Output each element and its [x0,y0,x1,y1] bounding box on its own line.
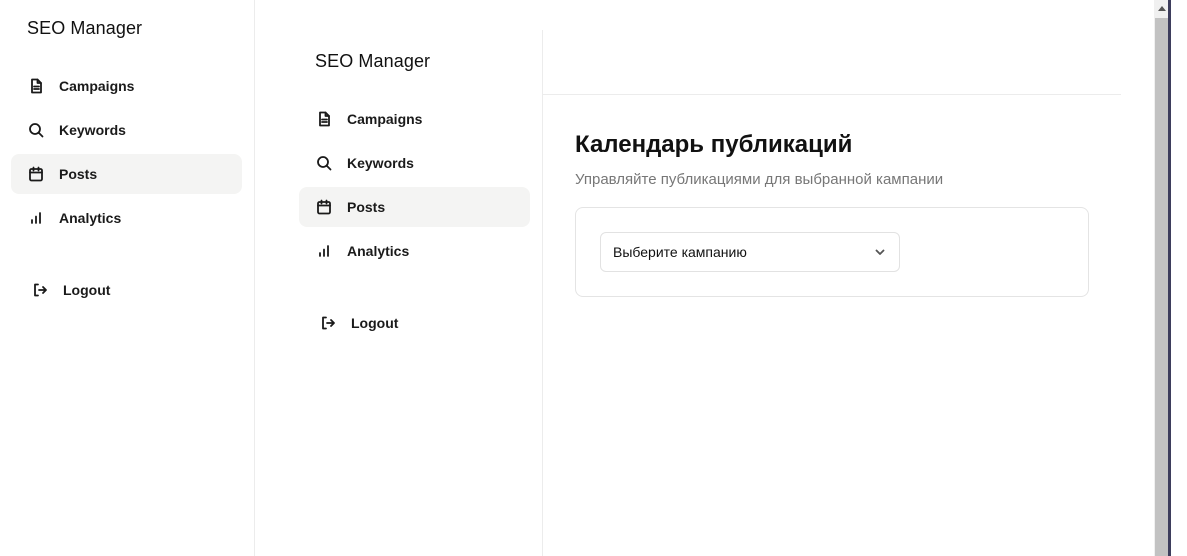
campaign-select[interactable]: Выберите кампанию [600,232,900,272]
document-icon [27,77,45,95]
logout-button[interactable]: Logout [11,270,242,310]
sidebar-item-label: Keywords [347,155,414,171]
sidebar-item-label: Posts [347,199,386,215]
chevron-down-icon [873,245,887,259]
calendar-icon [27,165,45,183]
brand-title: SEO Manager [315,51,431,71]
sidebar-item-analytics[interactable]: Analytics [11,198,242,238]
sidebar-item-analytics[interactable]: Analytics [299,231,530,271]
scroll-up-arrow-icon[interactable] [1155,0,1168,16]
page-subtitle: Управляйте публикациями для выбранной ка… [575,171,944,188]
logout-button[interactable]: Logout [299,303,530,343]
inner-sidebar: SEO Manager Campaigns Keywords Posts Ana… [255,30,543,556]
calendar-icon [315,198,333,216]
app-root: SEO Manager Campaigns Keywords Posts Ana… [0,0,1187,556]
sidebar-item-label: Analytics [59,210,122,226]
sidebar-item-posts[interactable]: Posts [299,187,530,227]
sidebar-item-campaigns[interactable]: Campaigns [299,99,530,139]
outer-sidebar: SEO Manager Campaigns Keywords Posts Ana… [0,0,255,556]
sidebar-item-keywords[interactable]: Keywords [299,143,530,183]
sidebar-item-label: Campaigns [59,78,135,94]
campaign-select-card: Выберите кампанию [575,207,1089,297]
campaign-select-value: Выберите кампанию [613,244,747,260]
sidebar-item-label: Analytics [347,243,410,259]
sidebar-item-label: Keywords [59,122,126,138]
logout-label: Logout [63,282,111,298]
document-icon [315,110,333,128]
sidebar-item-label: Campaigns [347,111,423,127]
search-icon [315,154,333,172]
sidebar-item-label: Posts [59,166,98,182]
window-edge [1168,0,1171,556]
logout-label: Logout [351,315,399,331]
scrollbar-thumb[interactable] [1155,18,1168,556]
logout-icon [31,281,49,299]
page-title: Календарь публикаций [575,131,853,158]
sidebar-item-keywords[interactable]: Keywords [11,110,242,150]
main-header [543,30,1121,95]
logout-icon [319,314,337,332]
bar-chart-icon [27,209,45,227]
sidebar-item-posts[interactable]: Posts [11,154,242,194]
main-content: Календарь публикаций Управляйте публикац… [543,30,1121,556]
bar-chart-icon [315,242,333,260]
search-icon [27,121,45,139]
brand-title: SEO Manager [27,18,143,38]
sidebar-item-campaigns[interactable]: Campaigns [11,66,242,106]
